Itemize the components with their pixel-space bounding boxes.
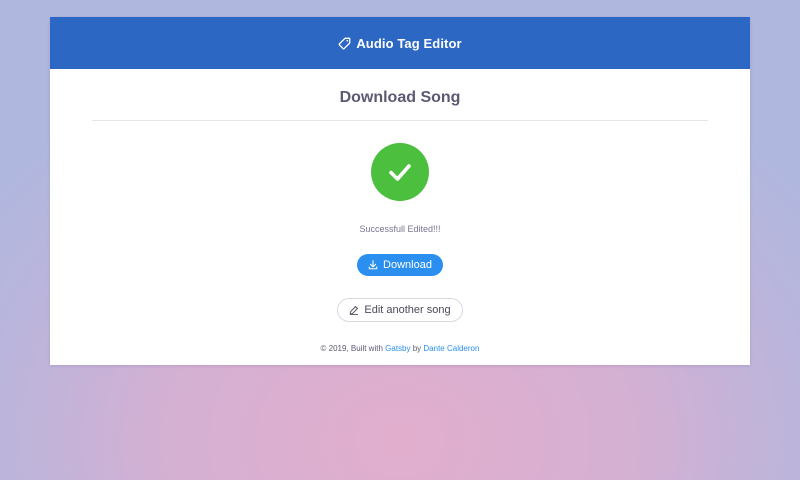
footer-prefix: © 2019, Built with [320,344,383,353]
tag-icon [338,37,351,50]
download-icon [368,260,378,270]
footer-by: by [412,344,422,353]
success-check-icon [371,143,429,201]
edit-button-label: Edit another song [364,304,451,316]
pencil-icon [349,305,359,315]
gatsby-link[interactable]: Gatsby [385,344,410,353]
main-card: Audio Tag Editor Download Song Successfu… [50,17,750,365]
page-title: Download Song [339,89,461,106]
author-link[interactable]: Dante Calderon [423,344,479,353]
download-button-label: Download [383,259,432,271]
title-divider [92,120,708,121]
status-message: Successfull Edited!!! [359,224,441,234]
footer: © 2019, Built with Gatsby by Dante Calde… [50,344,750,353]
app-title: Audio Tag Editor [356,35,462,51]
app-header: Audio Tag Editor [50,17,750,69]
download-button[interactable]: Download [357,254,443,276]
edit-another-song-button[interactable]: Edit another song [337,298,463,322]
